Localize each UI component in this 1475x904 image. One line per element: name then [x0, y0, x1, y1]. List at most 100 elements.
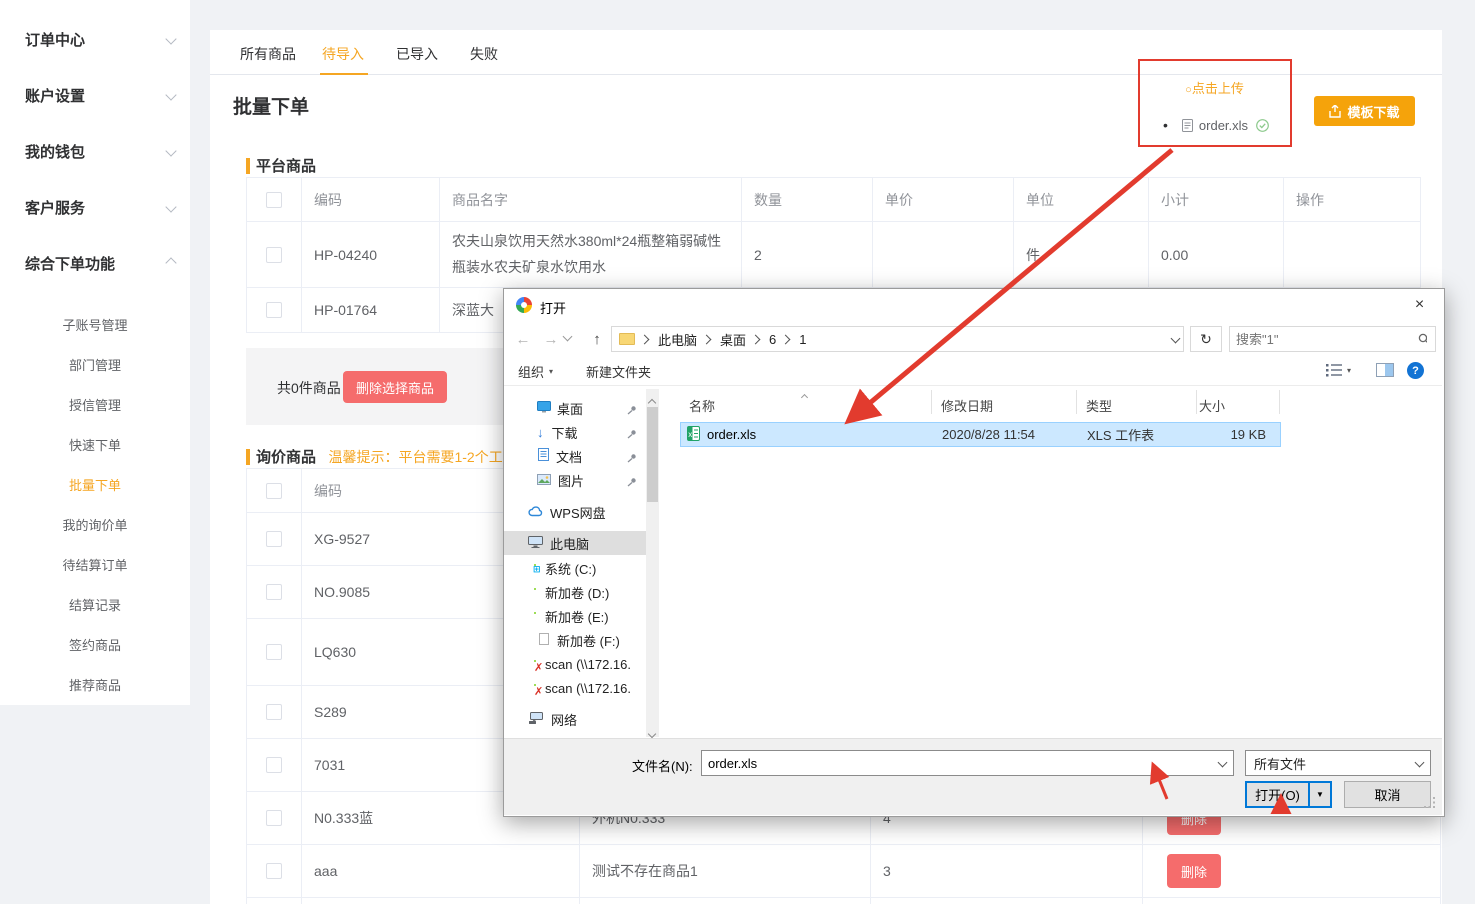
help-button[interactable]: ? — [1407, 362, 1424, 379]
row-checkbox[interactable] — [266, 704, 282, 720]
sidebar-item-combined-order[interactable]: 综合下单功能 — [25, 246, 175, 280]
open-split-arrow-icon[interactable]: ▼ — [1308, 783, 1330, 806]
sidebar-item-customer-service[interactable]: 客户服务 — [25, 190, 175, 224]
breadcrumb-dropdown-icon[interactable] — [1171, 333, 1181, 343]
nav-item-drive-f[interactable]: 新加卷 (F:) — [504, 628, 646, 652]
cell-name: 测试不存在商品1 — [580, 845, 871, 898]
sidebar-item-sub-accounts[interactable]: 子账号管理 — [0, 310, 190, 338]
open-button[interactable]: 打开(O) ▼ — [1245, 781, 1332, 808]
search-box[interactable] — [1229, 326, 1436, 352]
delete-row-button[interactable]: 删除 — [1167, 854, 1221, 888]
nav-item-downloads[interactable]: ↓ 下载 — [504, 420, 646, 444]
row-checkbox[interactable] — [266, 757, 282, 773]
tab-all-goods[interactable]: 所有商品 — [240, 44, 296, 64]
nav-item-pictures[interactable]: 图片 — [504, 468, 646, 492]
tab-failed[interactable]: 失败 — [470, 44, 498, 64]
upload-dropzone[interactable]: ○点击上传 • order.xls — [1139, 60, 1290, 146]
cell-action — [1143, 898, 1441, 904]
sidebar-item-departments[interactable]: 部门管理 — [0, 350, 190, 378]
tab-imported[interactable]: 已导入 — [396, 44, 438, 64]
breadcrumb-desktop[interactable]: 桌面 — [714, 330, 752, 349]
search-input[interactable] — [1230, 332, 1418, 347]
column-name[interactable]: 名称 — [689, 396, 715, 415]
filename-combo[interactable] — [701, 750, 1234, 776]
nav-item-drive-e[interactable]: 新加卷 (E:) — [504, 604, 646, 628]
breadcrumb-1[interactable]: 1 — [793, 332, 812, 347]
sidebar-item-account-settings[interactable]: 账户设置 — [25, 78, 175, 112]
column-type[interactable]: 类型 — [1086, 396, 1112, 415]
breadcrumb-this-pc[interactable]: 此电脑 — [652, 330, 703, 349]
combo-dropdown-icon[interactable] — [1415, 757, 1425, 767]
sidebar-item-pending-settlement[interactable]: 待结算订单 — [0, 550, 190, 578]
sidebar-item-credit[interactable]: 授信管理 — [0, 390, 190, 418]
breadcrumb-chevron — [751, 334, 761, 344]
new-folder-button[interactable]: 新建文件夹 — [586, 361, 651, 381]
preview-pane-button[interactable] — [1376, 363, 1394, 377]
dialog-titlebar[interactable]: 打开 × — [504, 289, 1442, 321]
scrollbar-thumb[interactable] — [647, 407, 658, 502]
combo-dropdown-icon[interactable] — [1218, 757, 1228, 767]
cancel-button[interactable]: 取消 — [1344, 781, 1431, 808]
organize-button[interactable]: 组织▾ — [518, 361, 553, 381]
row-checkbox-cell — [247, 222, 302, 288]
sidebar-item-recommended-goods[interactable]: 推荐商品 — [0, 670, 190, 698]
row-checkbox[interactable] — [266, 644, 282, 660]
back-icon[interactable]: ← — [510, 326, 536, 352]
up-icon[interactable]: ↑ — [584, 326, 610, 352]
select-all-checkbox[interactable] — [266, 192, 282, 208]
row-checkbox[interactable] — [266, 584, 282, 600]
sidebar-item-quick-order[interactable]: 快速下单 — [0, 430, 190, 458]
sidebar-item-batch-order[interactable]: 批量下单 — [0, 470, 190, 498]
sub-item-label: 子账号管理 — [62, 315, 127, 334]
uploaded-file-item[interactable]: • order.xls — [1139, 114, 1290, 136]
row-checkbox[interactable] — [266, 863, 282, 879]
tab-to-import[interactable]: 待导入 — [322, 44, 364, 64]
column-divider[interactable] — [931, 390, 932, 414]
nav-item-scan-1[interactable]: ✗ scan (\\172.16. — [504, 652, 646, 676]
file-row-order-xls[interactable]: x order.xls 2020/8/28 11:54 XLS 工作表 19 K… — [680, 422, 1281, 447]
sidebar-item-settlement-records[interactable]: 结算记录 — [0, 590, 190, 618]
row-checkbox-cell — [247, 792, 302, 845]
sidebar-scrollbar[interactable] — [646, 389, 659, 737]
column-divider[interactable] — [1196, 390, 1197, 414]
template-download-button[interactable]: 模板下载 — [1314, 96, 1415, 126]
nav-item-wps-cloud[interactable]: WPS网盘 — [504, 500, 646, 524]
column-size[interactable]: 大小 — [1199, 396, 1225, 415]
sidebar-item-contracted-goods[interactable]: 签约商品 — [0, 630, 190, 658]
column-divider[interactable] — [1076, 390, 1077, 414]
sidebar-item-order-center[interactable]: 订单中心 — [25, 22, 175, 56]
upload-click-label[interactable]: ○点击上传 — [1139, 78, 1290, 97]
column-divider[interactable] — [1279, 390, 1280, 414]
sub-item-label: 批量下单 — [69, 475, 121, 494]
nav-item-scan-2[interactable]: ✗ scan (\\172.16. — [504, 676, 646, 700]
nav-item-this-pc[interactable]: 此电脑 — [504, 531, 646, 555]
nav-item-desktop[interactable]: 桌面 — [504, 396, 646, 420]
row-checkbox[interactable] — [266, 247, 282, 263]
sidebar-item-my-inquiries[interactable]: 我的询价单 — [0, 510, 190, 538]
filename-input[interactable] — [702, 756, 1219, 771]
delete-selected-button[interactable]: 删除选择商品 — [343, 371, 447, 403]
sidebar-item-wallet[interactable]: 我的钱包 — [25, 134, 175, 168]
row-checkbox[interactable] — [266, 531, 282, 547]
close-icon[interactable]: × — [1397, 289, 1442, 321]
row-checkbox[interactable] — [266, 302, 282, 318]
forward-icon[interactable]: → — [538, 326, 564, 352]
resize-grip[interactable] — [1424, 797, 1436, 809]
app-logo-center — [521, 302, 527, 308]
select-all-checkbox[interactable] — [266, 483, 282, 499]
filetype-combo[interactable]: 所有文件 — [1245, 750, 1431, 776]
column-date[interactable]: 修改日期 — [941, 396, 993, 415]
row-checkbox-cell — [247, 619, 302, 686]
page-title: 批量下单 — [233, 92, 309, 119]
breadcrumb[interactable]: 此电脑 桌面 6 1 — [611, 326, 1184, 352]
network-icon — [529, 712, 544, 727]
nav-item-drive-d[interactable]: 新加卷 (D:) — [504, 580, 646, 604]
view-mode-button[interactable]: ▾ — [1326, 363, 1351, 377]
nav-item-documents[interactable]: 文档 — [504, 444, 646, 468]
breadcrumb-chevron — [702, 334, 712, 344]
history-dropdown-icon[interactable] — [564, 333, 578, 342]
nav-item-drive-c[interactable]: ⊞ 系统 (C:) — [504, 556, 646, 580]
row-checkbox[interactable] — [266, 810, 282, 826]
refresh-icon[interactable]: ↻ — [1190, 326, 1222, 352]
nav-item-network[interactable]: 网络 — [504, 707, 646, 731]
